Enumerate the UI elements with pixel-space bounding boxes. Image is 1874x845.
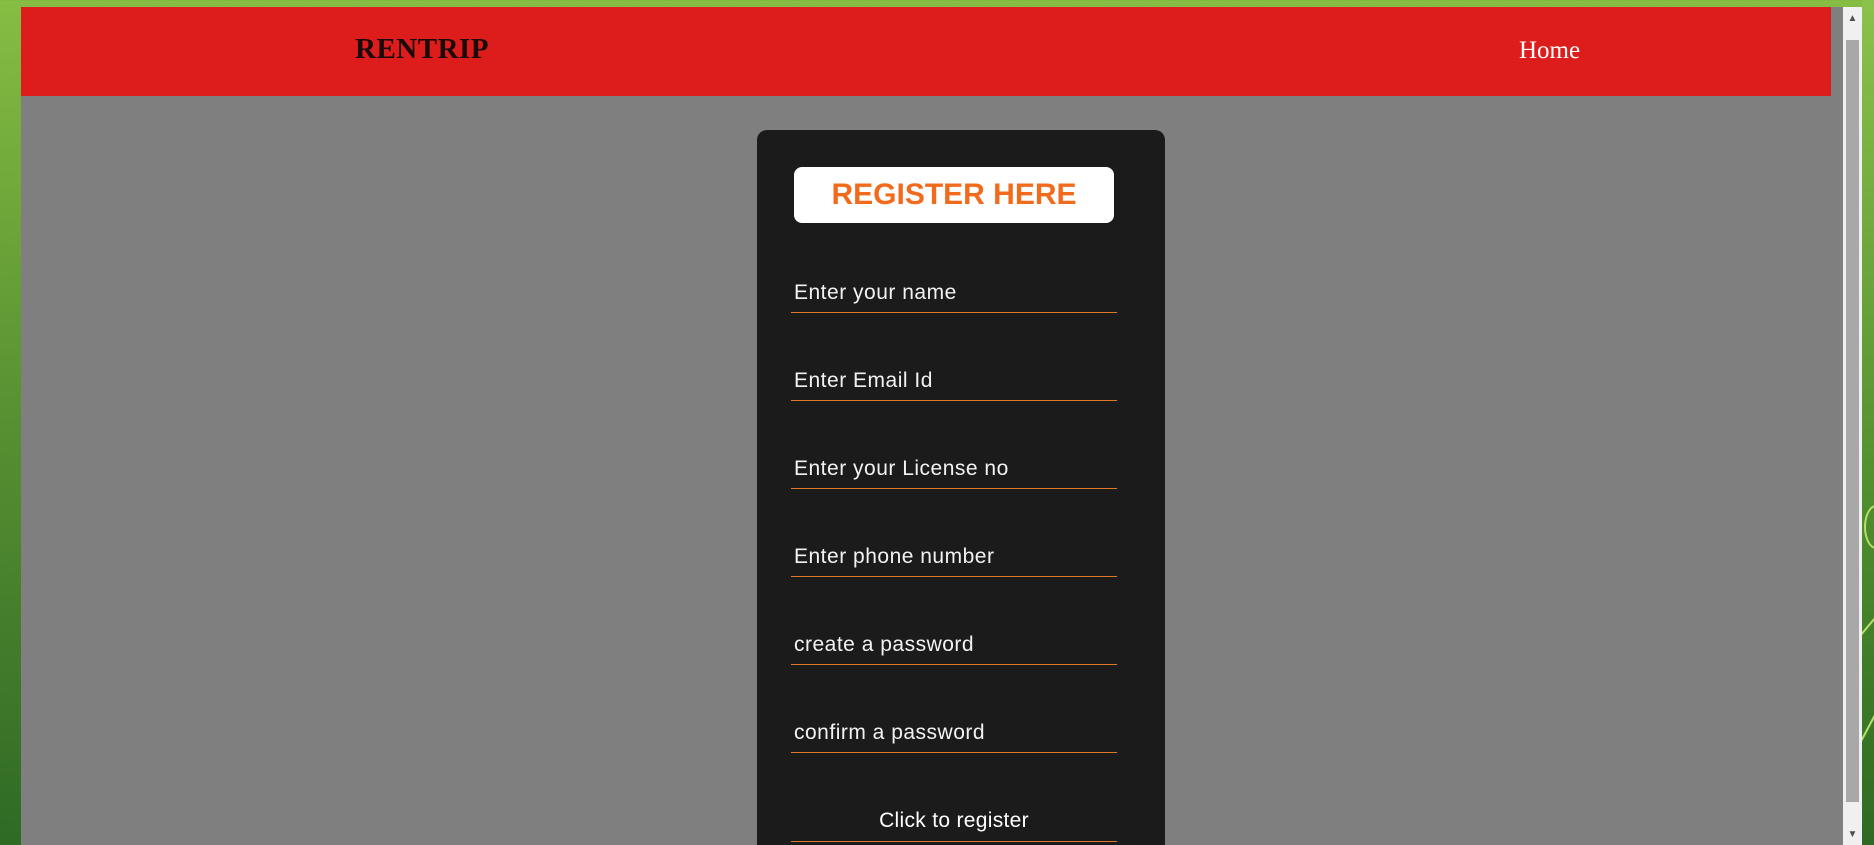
- brand-logo[interactable]: RENTRIP: [355, 33, 489, 66]
- scrollbar-thumb[interactable]: [1846, 40, 1859, 802]
- register-button[interactable]: Click to register: [791, 800, 1117, 842]
- browser-viewport: RENTRIP Home REGISTER HERE Click to regi…: [21, 7, 1862, 845]
- name-input[interactable]: [791, 273, 1117, 313]
- scroll-up-arrow-icon[interactable]: ▲: [1843, 9, 1862, 27]
- email-input[interactable]: [791, 361, 1117, 401]
- nav-link-home[interactable]: Home: [1519, 37, 1580, 65]
- license-input[interactable]: [791, 449, 1117, 489]
- vertical-scrollbar[interactable]: ▲ ▼: [1843, 7, 1862, 845]
- password-input[interactable]: [791, 625, 1117, 665]
- register-title: REGISTER HERE: [794, 167, 1114, 223]
- phone-input[interactable]: [791, 537, 1117, 577]
- confirm-password-input[interactable]: [791, 713, 1117, 753]
- navbar: RENTRIP Home: [21, 7, 1831, 96]
- register-form: REGISTER HERE Click to register: [757, 130, 1165, 845]
- scroll-down-arrow-icon[interactable]: ▼: [1843, 825, 1862, 843]
